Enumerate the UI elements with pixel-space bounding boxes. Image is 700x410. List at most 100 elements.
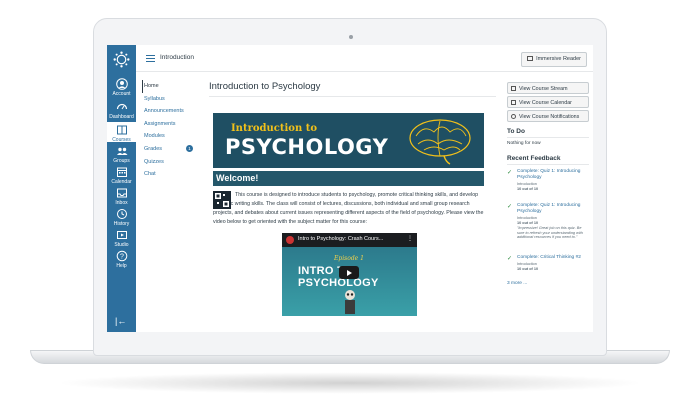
nav-calendar[interactable]: Calendar bbox=[107, 166, 136, 186]
nav-help-label: Help bbox=[116, 263, 127, 269]
svg-text:?: ? bbox=[120, 254, 124, 261]
groups-icon bbox=[116, 147, 127, 155]
nav-account[interactable]: Account bbox=[107, 78, 136, 98]
immersive-reader-button[interactable]: Immersive Reader bbox=[521, 52, 587, 67]
course-nav-modules[interactable]: Modules bbox=[144, 130, 204, 143]
course-nav: Home Syllabus Announcements Assignments … bbox=[142, 80, 204, 181]
feedback-module: Introduction bbox=[517, 262, 537, 266]
help-icon: ? bbox=[116, 250, 127, 262]
todo-empty-text: Nothing for now bbox=[507, 141, 541, 146]
play-button[interactable] bbox=[339, 266, 359, 279]
collapse-nav-button[interactable]: |← bbox=[115, 316, 126, 326]
nav-courses-label: Courses bbox=[112, 137, 131, 143]
nav-groups[interactable]: Groups bbox=[107, 145, 136, 165]
feedback-comment: "Impressive! Great job on this quiz. Be … bbox=[517, 226, 583, 240]
grades-badge: 1 bbox=[186, 144, 194, 152]
feedback-title[interactable]: Complete: Critical Thinking #2 bbox=[517, 255, 589, 261]
video-episode-label: Episode 1 bbox=[334, 255, 364, 262]
feedback-score: 10 out of 10 bbox=[517, 221, 539, 225]
view-course-stream-label: View Course Stream bbox=[519, 86, 568, 92]
account-icon bbox=[115, 78, 128, 90]
feedback-item[interactable]: ✓ Complete: Quiz 1: Introducing Psycholo… bbox=[507, 169, 591, 199]
calendar-icon bbox=[116, 167, 127, 177]
course-nav-assignments[interactable]: Assignments bbox=[144, 118, 204, 131]
feedback-item[interactable]: ✓ Complete: Critical Thinking #2 Introdu… bbox=[507, 255, 591, 279]
title-divider bbox=[209, 96, 496, 97]
page-title: Introduction to Psychology bbox=[209, 81, 321, 92]
laptop-shadow bbox=[55, 372, 645, 394]
course-nav-grades[interactable]: Grades 1 bbox=[144, 143, 204, 156]
inbox-icon bbox=[116, 188, 127, 198]
nav-dashboard[interactable]: Dashboard bbox=[107, 101, 136, 121]
stream-icon bbox=[511, 86, 516, 91]
studio-icon bbox=[116, 231, 127, 239]
channel-avatar bbox=[286, 236, 294, 244]
course-header: Introduction Immersive Reader bbox=[136, 45, 593, 72]
nav-inbox-label: Inbox bbox=[115, 200, 128, 206]
feedback-module: Introduction bbox=[517, 182, 537, 186]
brain-illustration-icon bbox=[409, 119, 471, 165]
recent-feedback-heading: Recent Feedback bbox=[507, 155, 561, 162]
recent-feedback-divider bbox=[507, 164, 589, 165]
checkmark-icon: ✓ bbox=[507, 256, 513, 262]
view-course-calendar-label: View Course Calendar bbox=[519, 100, 572, 106]
nav-inbox[interactable]: Inbox bbox=[107, 187, 136, 207]
nav-studio-label: Studio bbox=[114, 242, 129, 248]
course-nav-chat[interactable]: Chat bbox=[144, 168, 204, 181]
welcome-heading: Welcome! bbox=[213, 171, 484, 186]
canvas-logo-icon[interactable] bbox=[113, 51, 130, 68]
hamburger-menu-icon[interactable] bbox=[146, 55, 155, 62]
breadcrumb[interactable]: Introduction bbox=[160, 54, 194, 61]
todo-heading: To Do bbox=[507, 128, 525, 135]
book-icon bbox=[527, 56, 534, 61]
course-nav-quizzes[interactable]: Quizzes bbox=[144, 156, 204, 169]
course-nav-announcements[interactable]: Announcements bbox=[144, 105, 204, 118]
course-nav-grades-label: Grades bbox=[144, 145, 163, 152]
global-nav: Account Dashboard Courses Groups Calenda… bbox=[107, 45, 136, 332]
nav-help[interactable]: ? Help bbox=[107, 250, 136, 270]
feedback-title[interactable]: Complete: Quiz 1: Introducing Psychology bbox=[517, 169, 589, 181]
feedback-score: 10 out of 10 bbox=[517, 267, 539, 271]
course-banner-image: Introduction to PSYCHOLOGY bbox=[213, 113, 484, 168]
banner-title: PSYCHOLOGY bbox=[225, 135, 389, 159]
webcam bbox=[349, 35, 353, 39]
checkmark-icon: ✓ bbox=[507, 204, 513, 210]
more-options-icon[interactable]: ⋮ bbox=[407, 235, 413, 242]
history-icon bbox=[116, 209, 127, 219]
nav-history[interactable]: History bbox=[107, 208, 136, 228]
immersive-reader-label: Immersive Reader bbox=[536, 56, 581, 62]
video-title[interactable]: Intro to Psychology: Crash Cours... bbox=[298, 236, 383, 242]
nav-groups-label: Groups bbox=[113, 158, 130, 164]
feedback-title[interactable]: Complete: Quiz 1: Introducing Psychology bbox=[517, 203, 589, 215]
nav-history-label: History bbox=[113, 221, 130, 227]
view-course-notifications-label: View Course Notifications bbox=[519, 114, 580, 120]
feedback-score: 10 out of 10 bbox=[517, 187, 539, 191]
video-thumbnail: Episode 1 INTRO TO PSYCHOLOGY bbox=[282, 247, 417, 316]
view-course-notifications-button[interactable]: View Course Notifications bbox=[507, 110, 589, 122]
view-course-stream-button[interactable]: View Course Stream bbox=[507, 82, 589, 94]
dashboard-icon bbox=[116, 103, 127, 110]
qr-code-icon bbox=[215, 193, 229, 207]
bell-icon bbox=[511, 114, 516, 119]
nav-account-label: Account bbox=[112, 91, 131, 97]
intro-paragraph: This course is designed to introduce stu… bbox=[213, 192, 484, 225]
laptop-screen: Account Dashboard Courses Groups Calenda… bbox=[107, 45, 593, 332]
video-header: Intro to Psychology: Crash Cours... ⋮ bbox=[282, 233, 417, 247]
nav-courses[interactable]: Courses bbox=[107, 122, 136, 143]
course-nav-syllabus[interactable]: Syllabus bbox=[144, 93, 204, 106]
video-player[interactable]: Intro to Psychology: Crash Cours... ⋮ Ep… bbox=[282, 233, 417, 316]
nav-calendar-label: Calendar bbox=[111, 179, 132, 185]
show-more-feedback-link[interactable]: 3 more ... bbox=[507, 281, 527, 286]
feedback-item[interactable]: ✓ Complete: Quiz 1: Introducing Psycholo… bbox=[507, 203, 591, 253]
banner-subtitle: Introduction to bbox=[231, 123, 317, 134]
feedback-module: Introduction bbox=[517, 216, 537, 220]
view-course-calendar-button[interactable]: View Course Calendar bbox=[507, 96, 589, 108]
presenter-illustration-icon bbox=[345, 290, 355, 314]
calendar-small-icon bbox=[511, 100, 516, 105]
nav-dashboard-label: Dashboard bbox=[109, 114, 134, 120]
todo-divider bbox=[507, 137, 589, 138]
courses-icon bbox=[116, 125, 127, 135]
nav-studio[interactable]: Studio bbox=[107, 229, 136, 249]
checkmark-icon: ✓ bbox=[507, 170, 513, 176]
course-nav-home[interactable]: Home bbox=[142, 80, 204, 93]
